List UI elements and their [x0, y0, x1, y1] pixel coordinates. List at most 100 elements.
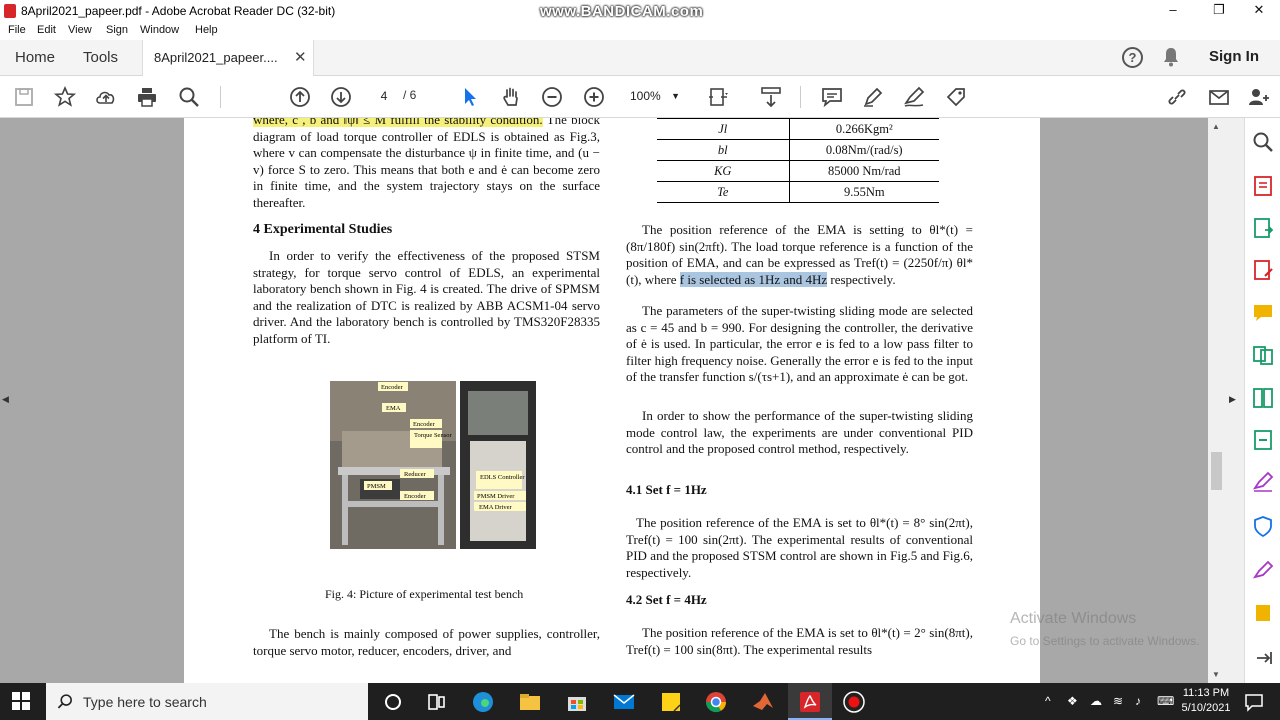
- menu-sign[interactable]: Sign: [106, 24, 128, 36]
- close-button[interactable]: ✕: [1236, 0, 1280, 22]
- menu-edit[interactable]: Edit: [37, 24, 56, 36]
- parameter-table: Jl 0.266Kgm² bl 0.08Nm/(rad/s) KG 85000 Nm/…: [657, 118, 939, 203]
- notification-bell-icon[interactable]: [1162, 47, 1180, 67]
- page-number-input[interactable]: 4: [369, 86, 399, 106]
- scroll-up-icon[interactable]: ▲: [1212, 122, 1220, 131]
- zoom-level-dropdown[interactable]: 100% ▼: [622, 86, 686, 106]
- task-view-icon[interactable]: [423, 689, 449, 715]
- fig-label-torque-sensor: Torque Sensor: [414, 432, 452, 439]
- menu-window[interactable]: Window: [140, 24, 179, 36]
- highlight-pen-icon[interactable]: [861, 85, 885, 109]
- left-panel-toggle-icon[interactable]: ◀: [2, 394, 9, 405]
- menu-help[interactable]: Help: [195, 24, 218, 36]
- table-cell-value: 9.55Nm: [789, 181, 939, 203]
- next-page-icon[interactable]: [329, 85, 353, 109]
- subsection-heading-2: 4.2 Set f = 4Hz: [626, 592, 707, 607]
- scan-enhance-icon[interactable]: [1251, 428, 1275, 452]
- tab-document[interactable]: 8April2021_papeer.... ✕: [142, 40, 314, 76]
- fig-label-encoder-2: Encoder: [413, 421, 435, 428]
- fig-label-encoder-1: Encoder: [381, 384, 403, 391]
- email-icon[interactable]: [1207, 85, 1231, 109]
- selected-text: 4Hz: [805, 271, 828, 287]
- close-tab-icon[interactable]: ✕: [294, 48, 307, 66]
- edge-browser-icon[interactable]: [470, 689, 496, 715]
- right-paragraph-1: The position reference of the EMA is set…: [626, 222, 973, 288]
- export-pdf-icon[interactable]: [1251, 216, 1275, 240]
- acrobat-taskbar-button[interactable]: [788, 683, 832, 720]
- table-cell-symbol: KG: [657, 160, 790, 182]
- clock-time: 11:13 PM: [1182, 687, 1230, 699]
- search-zoom-icon[interactable]: [177, 85, 201, 109]
- taskbar-search-box[interactable]: Type here to search: [46, 683, 368, 720]
- combine-files-icon[interactable]: [1251, 343, 1275, 367]
- share-link-icon[interactable]: [1165, 85, 1189, 109]
- collapse-panel-icon[interactable]: [1251, 646, 1275, 670]
- tabs-row: Home Tools 8April2021_papeer.... ✕: [0, 40, 1280, 76]
- scroll-mode-icon[interactable]: [759, 85, 783, 109]
- zoom-out-icon[interactable]: [540, 85, 564, 109]
- select-cursor-icon[interactable]: [458, 85, 482, 109]
- edit-pdf-icon[interactable]: [1251, 258, 1275, 282]
- request-signature-icon[interactable]: [1251, 559, 1275, 583]
- fill-sign-icon[interactable]: [944, 85, 968, 109]
- tools-right-rail: [1244, 118, 1280, 683]
- add-user-icon[interactable]: [1247, 85, 1271, 109]
- create-pdf-icon[interactable]: [1251, 174, 1275, 198]
- chevron-up-icon[interactable]: ^: [1045, 694, 1051, 708]
- save-icon[interactable]: [12, 85, 36, 109]
- vertical-scrollbar[interactable]: ▲ ▼: [1208, 118, 1226, 683]
- hand-tool-icon[interactable]: [499, 85, 523, 109]
- fig-label-pmsm: PMSM: [367, 483, 386, 490]
- system-clock[interactable]: 11:13 PM 5/10/2021: [1178, 686, 1234, 716]
- menu-file[interactable]: File: [8, 24, 26, 36]
- mail-icon[interactable]: [611, 689, 637, 715]
- onedrive-cloud-icon[interactable]: ☁: [1090, 694, 1102, 708]
- fill-sign-icon[interactable]: [1251, 470, 1275, 494]
- notifications-icon[interactable]: [1244, 692, 1264, 712]
- selected-text: and: [780, 271, 806, 287]
- comment-icon[interactable]: [1251, 301, 1275, 325]
- scroll-down-icon[interactable]: ▼: [1212, 670, 1220, 679]
- more-tools-icon[interactable]: [1251, 601, 1275, 625]
- language-icon[interactable]: ⌨: [1157, 694, 1174, 708]
- page-fit-icon[interactable]: [706, 85, 730, 109]
- sticky-notes-icon[interactable]: [658, 689, 684, 715]
- tab-home[interactable]: Home: [15, 49, 55, 66]
- windows-taskbar: Type here to search ^ ❖ ☁ ≋ ♪ ⌨ 11:13 PM…: [0, 683, 1280, 720]
- search-icon[interactable]: [1251, 130, 1275, 154]
- help-icon[interactable]: ?: [1122, 47, 1143, 68]
- acrobat-icon: [800, 692, 820, 712]
- organize-pages-icon[interactable]: [1251, 386, 1275, 410]
- print-icon[interactable]: [135, 85, 159, 109]
- protect-shield-icon[interactable]: [1251, 515, 1275, 539]
- tab-tools[interactable]: Tools: [83, 49, 118, 66]
- right-panel-toggle-icon[interactable]: ▶: [1229, 394, 1236, 405]
- bookmark-star-icon[interactable]: [53, 85, 77, 109]
- bandicam-record-icon[interactable]: [841, 689, 867, 715]
- scrollbar-thumb[interactable]: [1211, 452, 1222, 490]
- matlab-icon[interactable]: [750, 689, 776, 715]
- comment-icon[interactable]: [820, 85, 844, 109]
- menu-view[interactable]: View: [68, 24, 92, 36]
- cortana-icon[interactable]: [380, 689, 406, 715]
- sign-in-button[interactable]: Sign In: [1209, 48, 1259, 65]
- fig-label-pmsm-driver: PMSM Driver: [477, 493, 515, 500]
- upload-cloud-icon[interactable]: [94, 85, 118, 109]
- table-cell-symbol: Jl: [657, 118, 790, 140]
- right-paragraph-2: The parameters of the super-twisting sli…: [626, 303, 973, 384]
- windows-start-icon[interactable]: [12, 692, 30, 710]
- file-explorer-icon[interactable]: [517, 689, 543, 715]
- right-paragraph-4: The position reference of the EMA is set…: [626, 515, 973, 580]
- dropbox-icon[interactable]: ❖: [1067, 694, 1078, 708]
- chrome-icon[interactable]: [703, 689, 729, 715]
- wifi-icon[interactable]: ≋: [1113, 694, 1123, 708]
- window-title: 8April2021_papeer.pdf - Adobe Acrobat Re…: [21, 4, 336, 18]
- draw-sign-icon[interactable]: [902, 85, 926, 109]
- store-icon[interactable]: [564, 689, 590, 715]
- minimize-button[interactable]: –: [1150, 0, 1196, 22]
- previous-page-icon[interactable]: [288, 85, 312, 109]
- volume-icon[interactable]: ♪: [1135, 694, 1141, 708]
- right-paragraph-5: The position reference of the EMA is set…: [626, 625, 973, 657]
- table-cell-value: 0.08Nm/(rad/s): [789, 139, 939, 161]
- zoom-in-icon[interactable]: [582, 85, 606, 109]
